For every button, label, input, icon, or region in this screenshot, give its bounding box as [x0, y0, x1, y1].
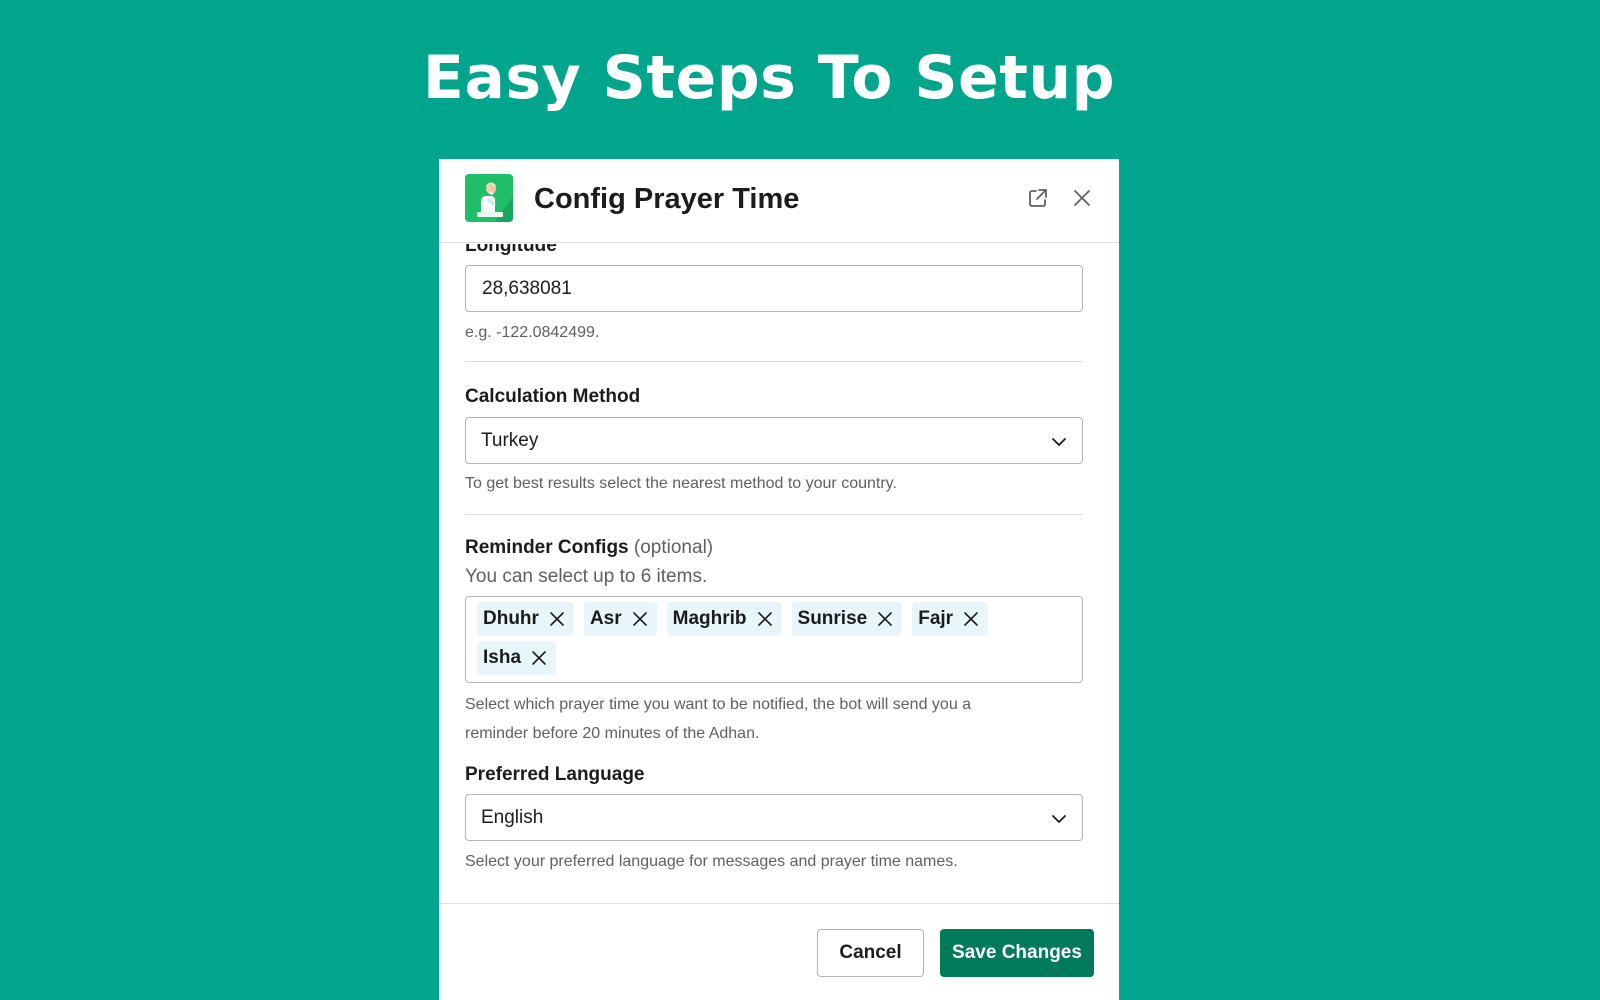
- calculation-method-select[interactable]: Turkey: [465, 417, 1083, 464]
- chip-remove-button[interactable]: [629, 608, 651, 630]
- chip-label: Isha: [483, 647, 522, 668]
- close-button[interactable]: [1065, 181, 1099, 215]
- reminder-configs-multiselect[interactable]: Dhuhr Asr Maghrib Sunrise Fajr Isha: [465, 596, 1083, 683]
- modal-title: Config Prayer Time: [534, 183, 800, 215]
- reminder-configs-hint: Select which prayer time you want to be …: [465, 696, 972, 742]
- chevron-down-icon: [1052, 438, 1066, 446]
- chip-remove-button[interactable]: [528, 647, 550, 669]
- page-heading: Easy Steps To Setup: [422, 43, 1116, 113]
- selected-chip: Dhuhr: [477, 602, 574, 636]
- selected-chip: Sunrise: [791, 602, 903, 636]
- divider: [465, 361, 1083, 362]
- open-external-icon: [1029, 189, 1047, 207]
- config-modal: Config Prayer Time Longitude e.g. -122.0…: [439, 159, 1119, 1000]
- praying-person-icon: [465, 174, 513, 222]
- preferred-language-label: Preferred Language: [465, 764, 645, 785]
- calculation-method-label: Calculation Method: [465, 386, 641, 407]
- remove-icon: [757, 612, 772, 626]
- chip-label: Asr: [589, 608, 622, 629]
- chip-remove-button[interactable]: [874, 608, 896, 630]
- save-changes-button[interactable]: Save Changes: [940, 929, 1094, 977]
- optional-tag: (optional): [633, 537, 714, 558]
- chevron-down-icon: [1052, 815, 1066, 823]
- selected-chip: Fajr: [912, 602, 989, 636]
- modal-footer: Cancel Save Changes: [439, 903, 1119, 1000]
- longitude-hint: e.g. -122.0842499.: [465, 324, 600, 341]
- reminder-configs-label-text: Reminder Configs: [465, 537, 629, 558]
- longitude-label: Longitude: [465, 244, 557, 256]
- chip-remove-button[interactable]: [754, 608, 776, 630]
- modal-header: Config Prayer Time: [439, 159, 1119, 243]
- selected-chip: Isha: [477, 641, 557, 675]
- chip-label: Fajr: [918, 608, 954, 629]
- longitude-input[interactable]: [465, 265, 1083, 312]
- reminder-configs-limit-hint: You can select up to 6 items.: [465, 566, 708, 587]
- selected-chip: Asr: [583, 602, 657, 636]
- cancel-button[interactable]: Cancel: [817, 929, 924, 977]
- preferred-language-hint: Select your preferred language for messa…: [465, 853, 958, 870]
- modal-body: Longitude e.g. -122.0842499. Calculation…: [439, 244, 1119, 902]
- remove-icon: [964, 612, 978, 626]
- close-icon: [1074, 190, 1090, 206]
- divider: [465, 514, 1083, 515]
- chip-remove-button[interactable]: [960, 608, 982, 630]
- remove-icon: [550, 612, 564, 626]
- chip-label: Dhuhr: [483, 608, 539, 629]
- remove-icon: [878, 612, 893, 626]
- calculation-method-hint: To get best results select the nearest m…: [465, 475, 897, 492]
- chip-label: Maghrib: [672, 608, 747, 629]
- chip-remove-button[interactable]: [546, 608, 568, 630]
- selected-chip: Maghrib: [666, 602, 782, 636]
- reminder-configs-label: Reminder Configs (optional): [465, 536, 713, 560]
- remove-icon: [532, 651, 546, 665]
- remove-icon: [632, 612, 647, 626]
- chip-label: Sunrise: [797, 608, 868, 629]
- preferred-language-value: English: [481, 807, 544, 828]
- open-external-button[interactable]: [1021, 181, 1055, 215]
- calculation-method-value: Turkey: [481, 430, 539, 451]
- preferred-language-select[interactable]: English: [465, 794, 1083, 841]
